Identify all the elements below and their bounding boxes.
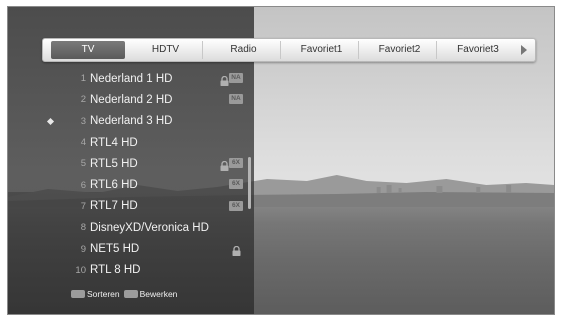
list-scrollbar[interactable] bbox=[248, 157, 251, 209]
channel-name: RTL6 HD bbox=[90, 179, 138, 192]
channel-badge: 6X bbox=[229, 158, 243, 169]
channel-name: NET5 HD bbox=[90, 243, 140, 256]
channel-list: 1 Nederland 1 HD NA 2 Nederland 2 HD NA 3 Neder… bbox=[8, 68, 254, 281]
color-key-legend: Sorteren Bewerken bbox=[71, 289, 181, 299]
channel-badge: NA bbox=[229, 73, 243, 83]
edit-color-key-icon[interactable] bbox=[123, 290, 138, 298]
channel-name: Nederland 1 HD bbox=[90, 72, 173, 85]
channel-row[interactable]: 5 RTL5 HD 6X bbox=[8, 153, 254, 174]
tab-hdtv[interactable]: HDTV bbox=[129, 41, 203, 59]
current-channel-marker-icon bbox=[46, 117, 55, 125]
channel-number: 10 bbox=[75, 264, 86, 276]
channel-name: RTL7 HD bbox=[90, 200, 138, 213]
tab-favoriet3[interactable]: Favoriet3 bbox=[441, 41, 515, 59]
lock-icon bbox=[220, 73, 229, 86]
channel-row[interactable]: 7 RTL7 HD 6X bbox=[8, 196, 254, 217]
tab-tv[interactable]: TV bbox=[51, 41, 125, 59]
channel-row[interactable]: 3 Nederland 3 HD bbox=[8, 111, 254, 132]
tab-bar: TV HDTV Radio Favoriet1 Favoriet2 Favoriet3 bbox=[42, 38, 536, 62]
lock-icon bbox=[232, 243, 241, 257]
channel-number: 8 bbox=[80, 222, 86, 234]
channel-number: 9 bbox=[80, 243, 86, 255]
channel-name: DisneyXD/Veronica HD bbox=[90, 221, 209, 234]
channel-name: Nederland 2 HD bbox=[90, 93, 173, 106]
channel-number: 5 bbox=[80, 158, 86, 170]
channel-name: Nederland 3 HD bbox=[90, 115, 173, 128]
channel-number: 3 bbox=[80, 115, 86, 127]
lock-icon bbox=[220, 158, 229, 172]
channel-name: RTL4 HD bbox=[90, 136, 138, 149]
channel-number: 1 bbox=[80, 73, 86, 85]
tab-favoriet2[interactable]: Favoriet2 bbox=[363, 41, 437, 59]
channel-row[interactable]: 1 Nederland 1 HD NA bbox=[8, 68, 254, 89]
chevron-right-icon[interactable] bbox=[521, 45, 527, 55]
channel-row[interactable]: 9 NET5 HD bbox=[8, 238, 254, 259]
channel-row[interactable]: 4 RTL4 HD bbox=[8, 132, 254, 153]
edit-label[interactable]: Bewerken bbox=[140, 289, 178, 299]
tv-screen: TV HDTV Radio Favoriet1 Favoriet2 Favoriet3 1… bbox=[7, 6, 555, 315]
tab-favoriet1[interactable]: Favoriet1 bbox=[285, 41, 359, 59]
channel-name: RTL 8 HD bbox=[90, 264, 141, 277]
sort-color-key-icon[interactable] bbox=[71, 290, 85, 298]
channel-number: 4 bbox=[80, 137, 86, 149]
channel-badge: NA bbox=[229, 94, 243, 105]
sort-label[interactable]: Sorteren bbox=[87, 289, 120, 299]
channel-row[interactable]: 8 DisneyXD/Veronica HD bbox=[8, 217, 254, 238]
channel-name: RTL5 HD bbox=[90, 157, 138, 170]
channel-row[interactable]: 6 RTL6 HD 6X bbox=[8, 174, 254, 195]
tab-radio[interactable]: Radio bbox=[207, 41, 281, 59]
channel-badge: 6X bbox=[229, 200, 243, 211]
channel-number: 6 bbox=[80, 179, 86, 191]
channel-badge: 6X bbox=[229, 179, 243, 190]
channel-row[interactable]: 2 Nederland 2 HD NA bbox=[8, 89, 254, 110]
channel-row[interactable]: 10 RTL 8 HD bbox=[8, 260, 254, 281]
channel-number: 7 bbox=[80, 200, 86, 212]
channel-number: 2 bbox=[80, 94, 86, 106]
